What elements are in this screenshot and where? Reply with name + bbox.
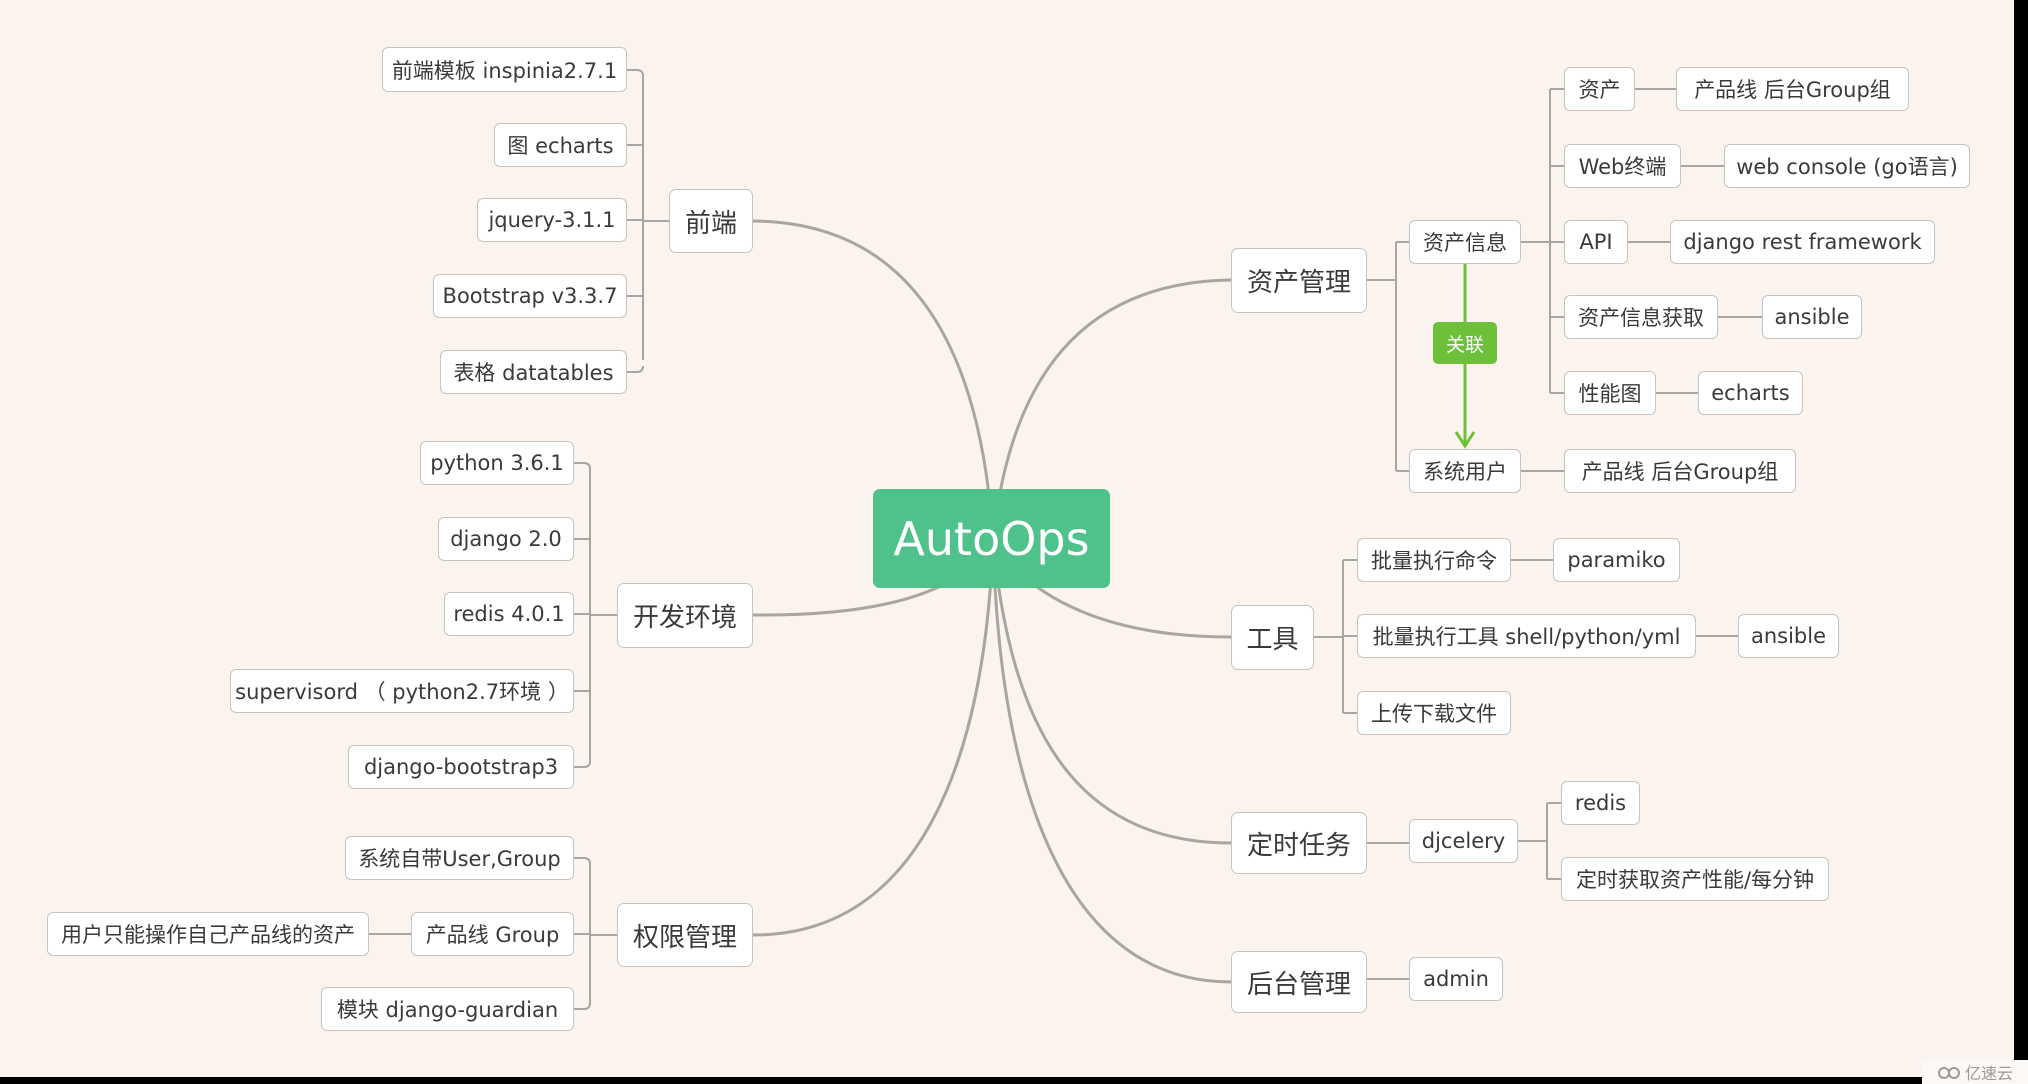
node-system-user[interactable]: 系统用户 xyxy=(1409,449,1521,493)
leaf-django-guardian[interactable]: 模块 django-guardian xyxy=(321,987,574,1031)
leaf-batch-tool[interactable]: 批量执行工具 shell/python/yml xyxy=(1357,614,1696,658)
leaf-web-terminal[interactable]: Web终端 xyxy=(1564,144,1681,188)
leaf-jquery[interactable]: jquery-3.1.1 xyxy=(477,198,627,242)
leaf-cron-perf[interactable]: 定时获取资产性能/每分钟 xyxy=(1561,857,1829,901)
bracket-tools xyxy=(1314,559,1357,714)
leaf-product-group[interactable]: 产品线 Group xyxy=(411,912,574,956)
watermark: 亿速云 xyxy=(1922,1060,2028,1084)
leaf-ansible-tool[interactable]: ansible xyxy=(1738,614,1839,658)
leaf-asset[interactable]: 资产 xyxy=(1564,67,1635,111)
bracket-permission xyxy=(574,857,617,1010)
leaf-frontend-template[interactable]: 前端模板 inspinia2.7.1 xyxy=(382,47,627,92)
leaf-redis[interactable]: redis 4.0.1 xyxy=(444,592,574,636)
bracket-frontend xyxy=(627,69,669,373)
branch-permission[interactable]: 权限管理 xyxy=(617,903,753,967)
branch-cron[interactable]: 定时任务 xyxy=(1231,812,1367,874)
leaf-django[interactable]: django 2.0 xyxy=(438,517,574,561)
bracket-asset xyxy=(1367,240,1409,472)
mindmap-canvas: AutoOps 前端 前端模板 inspinia2.7.1 图 echarts … xyxy=(0,0,2014,1077)
leaf-admin[interactable]: admin xyxy=(1409,957,1503,1001)
bracket-asset-info xyxy=(1521,88,1564,394)
leaf-product-group-rule[interactable]: 用户只能操作自己产品线的资产 xyxy=(47,912,369,956)
leaf-file-transfer[interactable]: 上传下载文件 xyxy=(1357,691,1511,735)
leaf-batch-command[interactable]: 批量执行命令 xyxy=(1357,538,1511,582)
leaf-api[interactable]: API xyxy=(1564,220,1628,264)
leaf-builtin-user-group[interactable]: 系统自带User,Group xyxy=(345,836,574,880)
right-border xyxy=(2014,0,2028,1084)
leaf-asset-group[interactable]: 产品线 后台Group组 xyxy=(1676,67,1909,111)
leaf-asset-fetch[interactable]: 资产信息获取 xyxy=(1564,295,1718,339)
leaf-supervisord[interactable]: supervisord （ python2.7环境 ） xyxy=(230,669,574,713)
leaf-cron-redis[interactable]: redis xyxy=(1561,781,1640,825)
bracket-djcelery xyxy=(1518,802,1561,880)
leaf-perf-echarts[interactable]: echarts xyxy=(1698,371,1803,415)
leaf-django-bootstrap3[interactable]: django-bootstrap3 xyxy=(348,745,574,789)
connector-root-permission xyxy=(751,538,995,937)
branch-devenv[interactable]: 开发环境 xyxy=(617,583,753,648)
watermark-text: 亿速云 xyxy=(1964,1064,2013,1083)
leaf-paramiko[interactable]: paramiko xyxy=(1553,538,1680,582)
root-node[interactable]: AutoOps xyxy=(873,489,1110,588)
node-asset-info[interactable]: 资产信息 xyxy=(1409,220,1521,264)
leaf-drf[interactable]: django rest framework xyxy=(1670,220,1935,264)
leaf-python[interactable]: python 3.6.1 xyxy=(420,441,574,485)
leaf-bootstrap[interactable]: Bootstrap v3.3.7 xyxy=(433,274,627,318)
branch-asset[interactable]: 资产管理 xyxy=(1231,248,1367,313)
leaf-web-console[interactable]: web console (go语言) xyxy=(1724,144,1970,188)
leaf-datatables[interactable]: 表格 datatables xyxy=(440,350,627,394)
leaf-echarts[interactable]: 图 echarts xyxy=(494,123,627,167)
leaf-sysuser-group[interactable]: 产品线 后台Group组 xyxy=(1564,449,1796,493)
relation-badge[interactable]: 关联 xyxy=(1433,322,1497,364)
branch-frontend[interactable]: 前端 xyxy=(669,189,753,253)
leaf-perf-chart[interactable]: 性能图 xyxy=(1564,371,1656,415)
branch-tools[interactable]: 工具 xyxy=(1231,605,1314,670)
node-djcelery[interactable]: djcelery xyxy=(1409,819,1518,863)
cloud-logo-icon xyxy=(1937,1067,1960,1079)
bottom-border xyxy=(0,1077,2028,1084)
connector-root-admin xyxy=(991,538,1233,984)
leaf-ansible-fetch[interactable]: ansible xyxy=(1762,295,1862,339)
branch-admin[interactable]: 后台管理 xyxy=(1231,951,1367,1013)
bracket-devenv xyxy=(574,462,617,768)
